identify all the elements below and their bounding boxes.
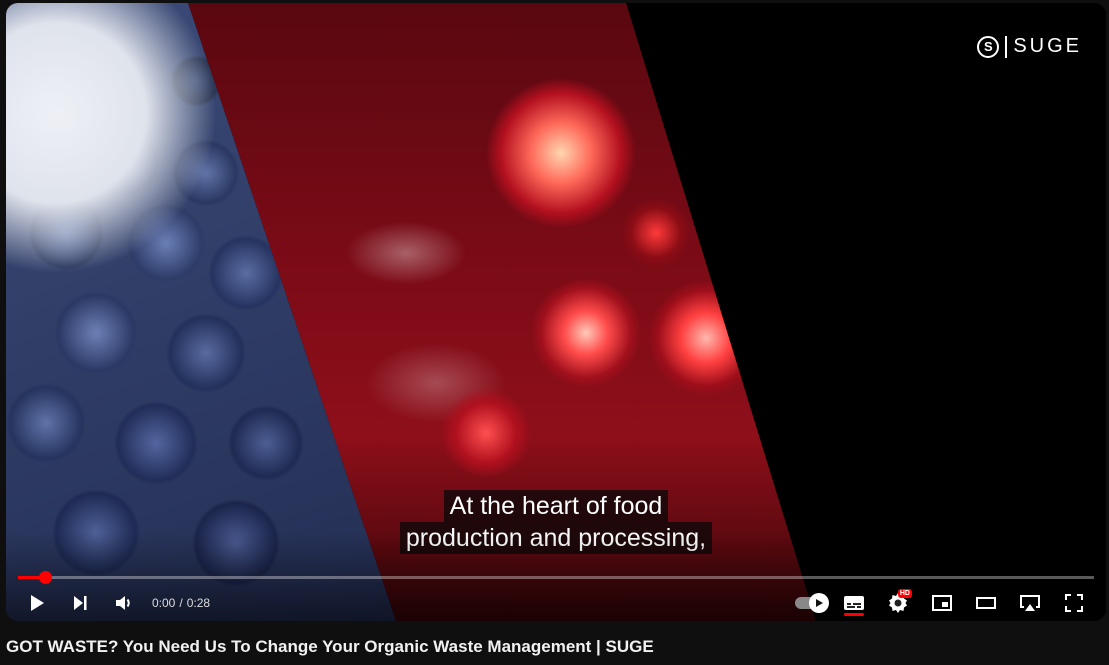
video-title[interactable]: GOT WASTE? You Need Us To Change Your Or…: [6, 637, 654, 657]
progress-bar[interactable]: [18, 571, 1094, 584]
current-time: 0:00: [152, 596, 176, 610]
brand-text: SUGE: [1013, 35, 1082, 57]
autoplay-toggle[interactable]: [788, 585, 832, 621]
theater-button[interactable]: [964, 585, 1008, 621]
miniplayer-button[interactable]: [920, 585, 964, 621]
video-player[interactable]: S SUGE At the heart of food production a…: [6, 3, 1106, 621]
brand-watermark: S SUGE: [977, 35, 1082, 58]
volume-icon: [116, 596, 130, 610]
fullscreen-icon: [1065, 594, 1083, 612]
next-button[interactable]: [58, 585, 102, 621]
settings-button[interactable]: HD: [876, 585, 920, 621]
autoplay-knob: [809, 593, 829, 613]
miniplayer-icon: [932, 595, 952, 611]
player-controls: 0:00 / 0:28 HD: [6, 585, 1106, 621]
fullscreen-button[interactable]: [1052, 585, 1096, 621]
theater-icon: [976, 597, 996, 609]
captions-button[interactable]: [832, 585, 876, 621]
time-display: 0:00 / 0:28: [152, 596, 210, 610]
time-separator: /: [179, 596, 183, 610]
duration: 0:28: [186, 596, 211, 610]
autoplay-track: [795, 593, 829, 613]
captions-active-indicator: [844, 613, 864, 616]
captions-icon: [844, 596, 864, 610]
suge-logo-icon: S: [977, 35, 1000, 58]
hd-badge: HD: [897, 589, 912, 598]
brand-divider: [1005, 35, 1008, 58]
caption-line-1: At the heart of food: [443, 490, 669, 522]
play-button[interactable]: [14, 585, 58, 621]
airplay-button[interactable]: [1008, 585, 1052, 621]
next-icon: [74, 596, 87, 610]
progress-scrubber[interactable]: [38, 571, 52, 584]
airplay-icon: [1020, 595, 1040, 611]
play-icon: [31, 595, 44, 611]
volume-button[interactable]: [102, 585, 146, 621]
autoplay-play-icon: [816, 599, 823, 607]
